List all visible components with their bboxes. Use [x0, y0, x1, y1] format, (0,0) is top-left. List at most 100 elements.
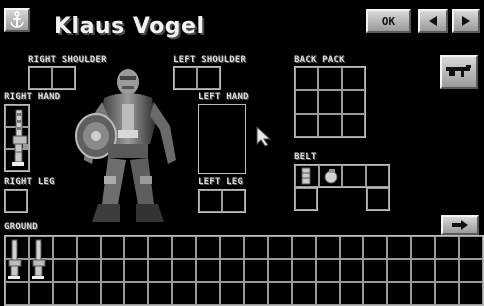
grid-cell[interactable]	[435, 282, 460, 305]
grid-cell[interactable]	[148, 236, 173, 259]
belt-slot-lower-right[interactable]	[366, 187, 390, 211]
grid-cell[interactable]	[243, 236, 268, 259]
grid-cell[interactable]	[295, 113, 319, 137]
rifle-clip-icon[interactable]	[30, 238, 50, 280]
next-soldier-button[interactable]	[452, 9, 480, 33]
grid-cell[interactable]	[243, 282, 268, 305]
grid-cell[interactable]	[52, 67, 75, 89]
right-shoulder-slot[interactable]	[28, 66, 76, 90]
grid-cell[interactable]	[100, 236, 125, 259]
ground-scroll-button[interactable]	[441, 215, 479, 235]
belt-slot-lower[interactable]	[294, 187, 318, 211]
grid-cell[interactable]	[459, 259, 483, 282]
grid-cell[interactable]	[291, 282, 316, 305]
grid-cell[interactable]	[318, 90, 342, 114]
ok-button[interactable]: OK	[366, 9, 411, 33]
left-shoulder-label: LEFT SHOULDER	[173, 55, 247, 65]
grid-cell[interactable]	[411, 259, 436, 282]
grid-cell[interactable]	[5, 190, 27, 212]
belt-label: BELT	[294, 152, 317, 162]
grid-cell[interactable]	[295, 67, 319, 91]
grid-cell[interactable]	[387, 282, 412, 305]
grid-cell[interactable]	[295, 90, 319, 114]
grid-cell[interactable]	[196, 282, 221, 305]
grenade-icon[interactable]	[322, 167, 340, 185]
grid-cell[interactable]	[148, 282, 173, 305]
left-leg-slot[interactable]	[198, 189, 246, 213]
grid-cell[interactable]	[267, 282, 292, 305]
left-hand-frame	[198, 104, 246, 174]
grid-cell[interactable]	[363, 259, 388, 282]
ground-slot[interactable]	[4, 235, 484, 306]
grid-cell[interactable]	[339, 282, 364, 305]
right-leg-slot[interactable]	[4, 189, 28, 213]
right-hand-label: RIGHT HAND	[4, 92, 61, 102]
grid-cell[interactable]	[291, 236, 316, 259]
grid-cell[interactable]	[5, 282, 29, 305]
grid-cell[interactable]	[220, 282, 244, 305]
grid-cell[interactable]	[199, 190, 222, 212]
previous-soldier-button[interactable]	[418, 9, 448, 33]
grid-cell[interactable]	[197, 67, 220, 89]
grid-cell[interactable]	[342, 165, 366, 187]
grid-cell[interactable]	[295, 188, 317, 210]
grid-cell[interactable]	[363, 236, 388, 259]
grid-cell[interactable]	[220, 236, 244, 259]
grid-cell[interactable]	[76, 236, 101, 259]
character-name: Klaus Vogel	[54, 14, 205, 39]
grid-cell[interactable]	[365, 165, 389, 187]
grid-cell[interactable]	[100, 282, 125, 305]
grid-cell[interactable]	[172, 282, 197, 305]
grid-cell[interactable]	[196, 236, 221, 259]
grid-cell[interactable]	[363, 282, 388, 305]
grid-cell[interactable]	[220, 259, 244, 282]
grid-cell[interactable]	[148, 259, 173, 282]
grid-cell[interactable]	[315, 236, 340, 259]
grid-cell[interactable]	[459, 236, 483, 259]
grid-cell[interactable]	[52, 236, 77, 259]
grid-cell[interactable]	[52, 282, 77, 305]
grid-cell[interactable]	[387, 236, 412, 259]
grid-cell[interactable]	[124, 259, 149, 282]
rifle-clip-icon[interactable]	[6, 238, 26, 280]
grid-cell[interactable]	[435, 259, 460, 282]
grid-cell[interactable]	[411, 282, 436, 305]
grid-cell[interactable]	[52, 259, 77, 282]
grid-cell[interactable]	[435, 236, 460, 259]
rank-badge-button[interactable]	[4, 8, 30, 32]
grid-cell[interactable]	[341, 90, 365, 114]
grid-cell[interactable]	[267, 259, 292, 282]
grid-cell[interactable]	[341, 67, 365, 91]
weapon-button[interactable]	[440, 55, 478, 89]
grid-cell[interactable]	[339, 259, 364, 282]
grid-cell[interactable]	[318, 113, 342, 137]
arrow-right-icon	[452, 220, 468, 230]
grid-cell[interactable]	[222, 190, 245, 212]
grid-cell[interactable]	[387, 259, 412, 282]
grid-cell[interactable]	[124, 236, 149, 259]
grid-cell[interactable]	[315, 282, 340, 305]
grid-cell[interactable]	[124, 282, 149, 305]
grid-cell[interactable]	[243, 259, 268, 282]
grid-cell[interactable]	[196, 259, 221, 282]
back-pack-slot[interactable]	[294, 66, 366, 138]
grid-cell[interactable]	[100, 259, 125, 282]
grid-cell[interactable]	[267, 236, 292, 259]
grid-cell[interactable]	[29, 67, 52, 89]
grid-cell[interactable]	[172, 259, 197, 282]
grid-cell[interactable]	[318, 67, 342, 91]
grid-cell[interactable]	[315, 259, 340, 282]
grid-cell[interactable]	[411, 236, 436, 259]
grid-cell[interactable]	[291, 259, 316, 282]
grid-cell[interactable]	[76, 282, 101, 305]
grid-cell[interactable]	[367, 188, 389, 210]
grid-cell[interactable]	[76, 259, 101, 282]
rifle-clip-icon[interactable]	[10, 108, 36, 168]
grid-cell[interactable]	[339, 236, 364, 259]
grid-cell[interactable]	[172, 236, 197, 259]
grid-cell[interactable]	[459, 282, 483, 305]
grid-cell[interactable]	[341, 113, 365, 137]
ammo-clip-icon[interactable]	[299, 167, 313, 185]
grid-cell[interactable]	[28, 282, 53, 305]
back-pack-label: BACK PACK	[294, 55, 345, 65]
